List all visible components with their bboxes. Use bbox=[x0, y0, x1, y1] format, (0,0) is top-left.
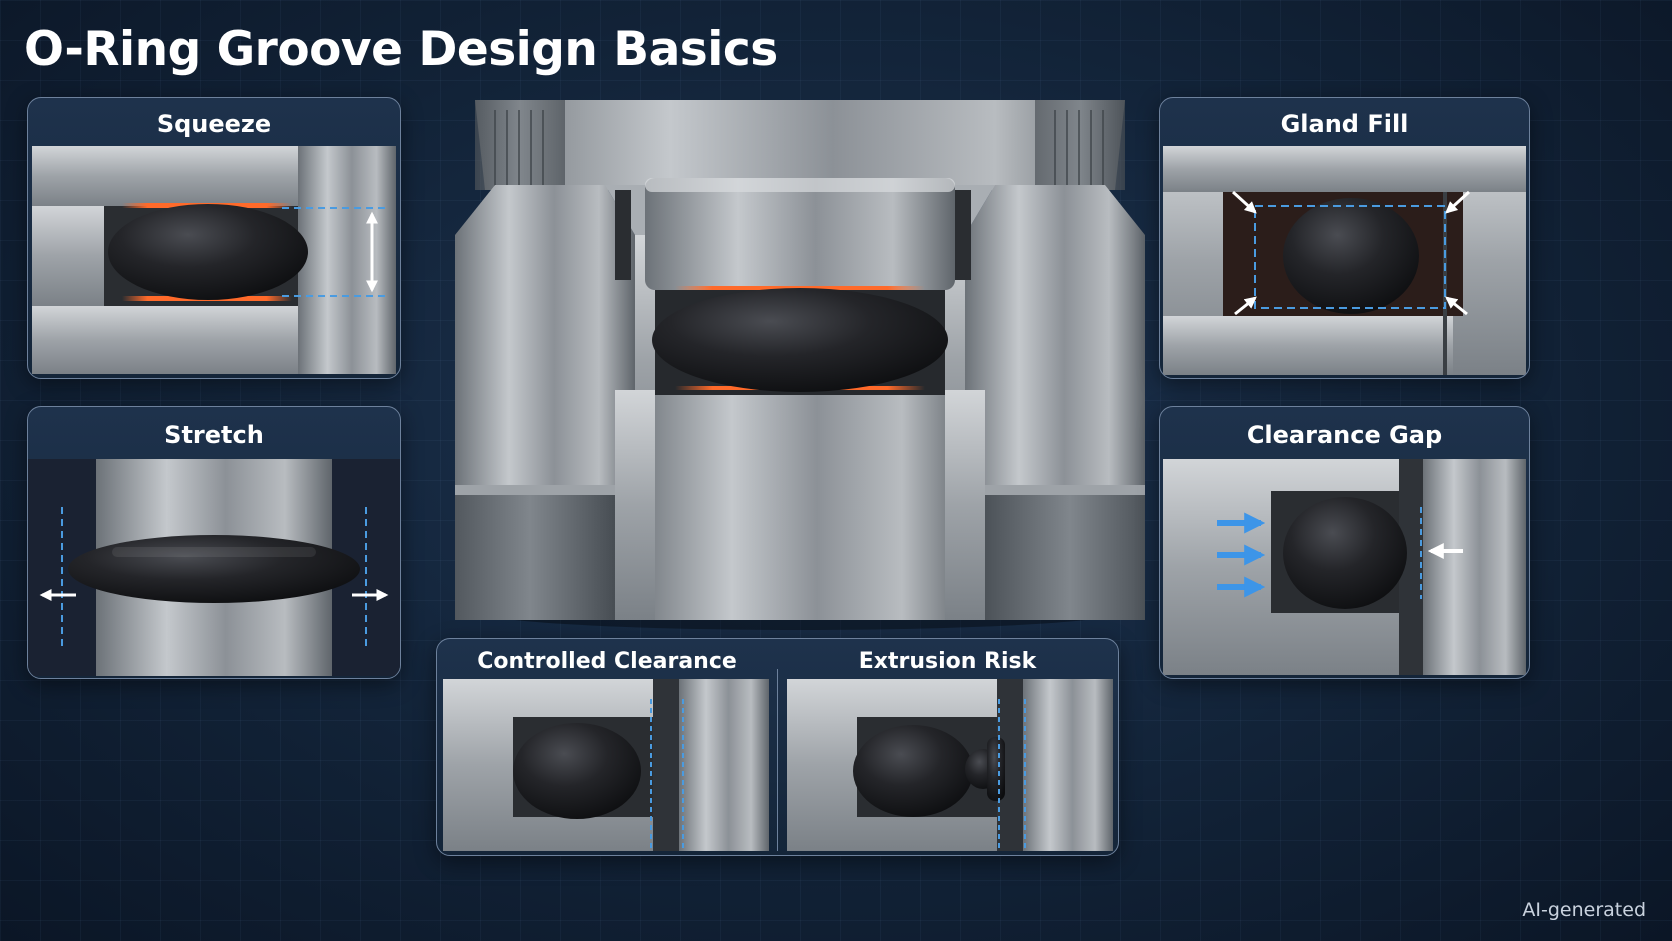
comparison-divider bbox=[777, 669, 778, 851]
extrusion-risk-oring bbox=[853, 725, 973, 817]
controlled-clearance-oring bbox=[513, 723, 641, 819]
page-title: O-Ring Groove Design Basics bbox=[24, 22, 778, 77]
stretch-illustration bbox=[28, 459, 400, 676]
gland-fill-illustration bbox=[1163, 146, 1526, 375]
gland-fill-title: Gland Fill bbox=[1280, 110, 1409, 138]
stretch-oring bbox=[68, 535, 360, 603]
extrusion-risk-title: Extrusion Risk bbox=[858, 649, 1037, 674]
stretch-title: Stretch bbox=[164, 421, 264, 449]
clearance-gap-oring bbox=[1283, 497, 1407, 609]
controlled-clearance-illustration bbox=[443, 679, 769, 851]
clearance-gap-illustration bbox=[1163, 459, 1526, 675]
controlled-clearance-title: Controlled Clearance bbox=[477, 649, 737, 674]
hero-oring bbox=[652, 288, 948, 392]
clearance-gap-panel: Clearance Gap bbox=[1159, 406, 1530, 679]
hero-cross-section bbox=[455, 100, 1145, 630]
squeeze-title: Squeeze bbox=[156, 110, 272, 138]
clearance-comparison-panel: Controlled Clearance Extrusion Risk bbox=[436, 638, 1119, 856]
clearance-gap-title: Clearance Gap bbox=[1246, 421, 1443, 449]
extrusion-risk-illustration bbox=[787, 679, 1113, 851]
squeeze-illustration bbox=[32, 146, 396, 374]
squeeze-panel: Squeeze bbox=[27, 97, 401, 379]
ai-generated-watermark: AI-generated bbox=[1522, 899, 1646, 921]
stretch-panel: Stretch bbox=[27, 406, 401, 679]
gland-fill-panel: Gland Fill bbox=[1159, 97, 1530, 379]
squeeze-oring bbox=[108, 204, 308, 300]
gland-fill-oring bbox=[1283, 198, 1419, 314]
